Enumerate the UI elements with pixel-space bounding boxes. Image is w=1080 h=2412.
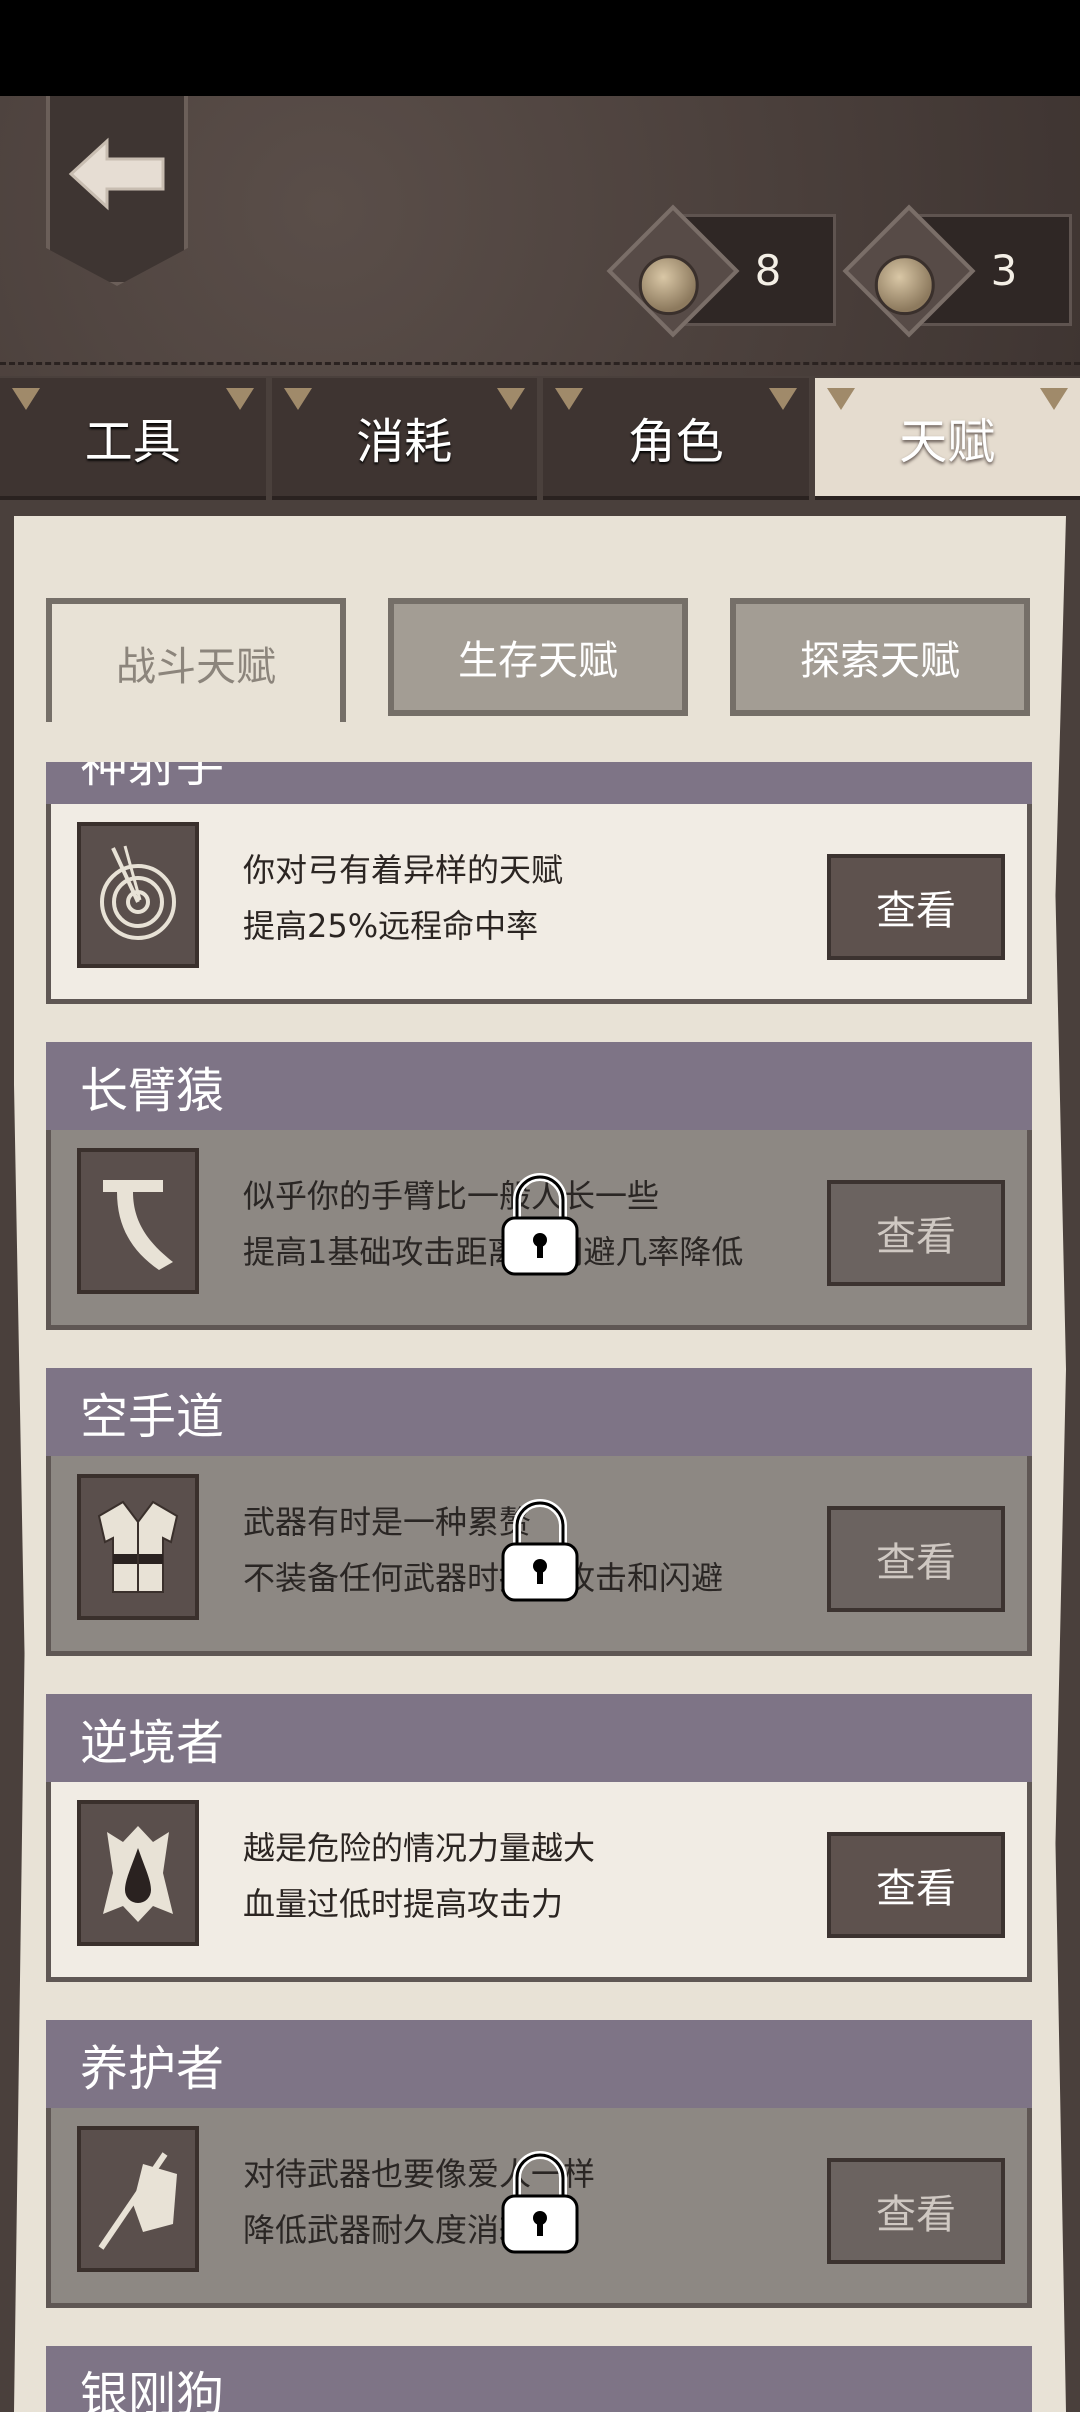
currency-value: 8 xyxy=(754,245,782,295)
tab-consumables[interactable]: 消耗 xyxy=(271,378,537,500)
tab-tools[interactable]: 工具 xyxy=(0,378,266,500)
status-bar xyxy=(0,0,1080,96)
subtab-label: 战斗天赋 xyxy=(116,644,276,690)
corner-ornament xyxy=(225,388,254,410)
currency-counter-1: 8 xyxy=(606,204,836,338)
talent-card: 长臂猿 似乎你的手臂比一般人长一些 提高1基础攻击距离，闪避几率降低 查看 xyxy=(46,1042,1032,1330)
corner-ornament xyxy=(12,388,40,410)
talent-title: 逆境者 xyxy=(46,1694,1032,1782)
subtab-label: 探索天赋 xyxy=(800,638,960,684)
talent-body: 对待武器也要像爱人一样 降低武器耐久度消耗 查看 xyxy=(46,2108,1032,2308)
lock-icon xyxy=(501,2151,579,2254)
tab-label: 消耗 xyxy=(356,414,453,470)
talent-title: 空手道 xyxy=(46,1368,1032,1456)
tab-talents[interactable]: 天赋 xyxy=(814,378,1080,500)
tab-character[interactable]: 角色 xyxy=(543,378,809,500)
view-button[interactable]: 查看 xyxy=(827,2158,1005,2264)
subtab-survival[interactable]: 生存天赋 xyxy=(388,598,688,716)
corner-ornament xyxy=(555,388,583,410)
target-arrow-icon xyxy=(77,822,199,968)
currency-counter-2: 3 xyxy=(842,204,1072,338)
corner-ornament xyxy=(283,388,312,410)
karate-gi-icon xyxy=(77,1474,199,1620)
subtab-exploration[interactable]: 探索天赋 xyxy=(730,598,1030,716)
talent-desc-line1: 越是危险的情况力量越大 xyxy=(243,1829,596,1867)
talent-title: 养护者 xyxy=(46,2020,1032,2108)
tab-label: 天赋 xyxy=(899,414,996,470)
weapon-cloth-icon xyxy=(77,2126,199,2272)
main-tabs: 工具 消耗 角色 天赋 xyxy=(0,378,1080,500)
sword-coin-icon xyxy=(874,255,935,316)
corner-ornament xyxy=(497,388,525,410)
talent-desc-line2: 不装备任何武器时提高攻击和闪避 xyxy=(243,1559,724,1597)
sword-coin-icon xyxy=(638,255,699,316)
talent-card-partial: 银刚狗 xyxy=(46,2346,1032,2412)
talent-body: 武器有时是一种累赘 不装备任何武器时提高攻击和闪避 查看 xyxy=(46,1456,1032,1656)
tab-label: 工具 xyxy=(84,414,181,470)
talent-body: 你对弓有着异样的天赋 提高25%远程命中率 查看 xyxy=(46,804,1032,1004)
talent-desc-line2: 提高25%远程命中率 xyxy=(243,907,539,945)
talent-title: 银刚狗 xyxy=(46,2346,1032,2412)
subtab-label: 生存天赋 xyxy=(458,638,618,684)
lock-icon xyxy=(501,1173,579,1276)
talent-title: 神射手 xyxy=(46,762,1032,804)
blood-drop-icon xyxy=(77,1800,199,1946)
corner-ornament xyxy=(768,388,797,410)
talent-card: 空手道 武器有时是一种累赘 不装备任何武器时提高攻击和闪避 查看 xyxy=(46,1368,1032,1656)
talent-body: 似乎你的手臂比一般人长一些 提高1基础攻击距离，闪避几率降低 查看 xyxy=(46,1130,1032,1330)
talent-card: 逆境者 越是危险的情况力量越大 血量过低时提高攻击力 查看 xyxy=(46,1694,1032,1982)
talent-desc-line1: 你对弓有着异样的天赋 xyxy=(243,851,564,889)
view-button[interactable]: 查看 xyxy=(827,1506,1005,1612)
subtab-combat[interactable]: 战斗天赋 xyxy=(46,598,346,722)
header-stitch xyxy=(0,362,1080,365)
talent-desc-line2: 血量过低时提高攻击力 xyxy=(243,1885,564,1923)
talent-desc-line1: 武器有时是一种累赘 xyxy=(243,1503,532,1541)
view-button[interactable]: 查看 xyxy=(827,854,1005,960)
back-arrow-icon xyxy=(68,137,165,211)
corner-ornament xyxy=(1040,388,1068,410)
talent-list: 神射手 你对弓有着异样的天赋 提高25%远程命中率 查看 长臂猿 似乎你的手臂比… xyxy=(46,762,1032,2412)
talent-subtabs: 战斗天赋 生存天赋 探索天赋 xyxy=(46,598,1036,722)
talent-desc-line1: 似乎你的手臂比一般人长一些 xyxy=(243,1177,660,1215)
talent-body: 越是危险的情况力量越大 血量过低时提高攻击力 查看 xyxy=(46,1782,1032,1982)
corner-ornament xyxy=(826,388,855,410)
view-button[interactable]: 查看 xyxy=(827,1180,1005,1286)
talent-desc-line2: 提高1基础攻击距离，闪避几率降低 xyxy=(243,1233,744,1271)
talent-title: 长臂猿 xyxy=(46,1042,1032,1130)
back-button[interactable] xyxy=(46,96,188,286)
talent-card: 神射手 你对弓有着异样的天赋 提高25%远程命中率 查看 xyxy=(46,762,1032,1004)
currency-value: 3 xyxy=(990,245,1018,295)
view-button[interactable]: 查看 xyxy=(827,1832,1005,1938)
talent-card: 养护者 对待武器也要像爱人一样 降低武器耐久度消耗 查看 xyxy=(46,2020,1032,2308)
lock-icon xyxy=(501,1499,579,1602)
long-arm-icon xyxy=(77,1148,199,1294)
tab-label: 角色 xyxy=(627,414,724,470)
